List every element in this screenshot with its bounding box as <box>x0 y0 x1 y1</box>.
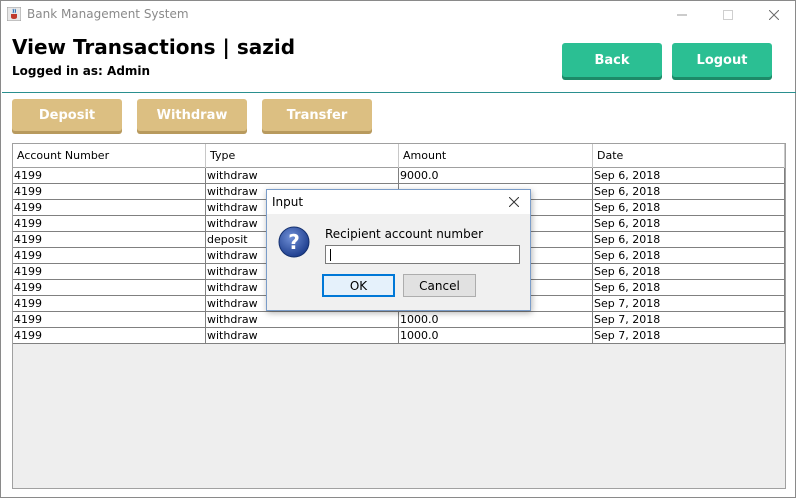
cell-account: 4199 <box>13 200 206 215</box>
window-title: Bank Management System <box>27 7 189 21</box>
cell-account: 4199 <box>13 184 206 199</box>
dialog-title: Input <box>272 195 304 209</box>
question-icon: ? <box>278 226 310 258</box>
column-header-amount[interactable]: Amount <box>399 144 593 168</box>
close-button[interactable] <box>751 1 796 29</box>
cell-type: withdraw <box>206 328 399 343</box>
column-header-type[interactable]: Type <box>206 144 399 168</box>
cell-date: Sep 6, 2018 <box>593 280 785 295</box>
maximize-button[interactable] <box>705 1 751 29</box>
page-title: View Transactions | sazid <box>12 35 296 59</box>
cell-account: 4199 <box>13 248 206 263</box>
table-row[interactable]: 4199 withdraw 1000.0 Sep 7, 2018 <box>13 312 785 328</box>
app-window: Bank Management System View Transactions… <box>0 0 796 498</box>
cell-account: 4199 <box>13 296 206 311</box>
table-header: Account Number Type Amount Date <box>13 144 785 168</box>
svg-text:?: ? <box>288 230 300 254</box>
cell-date: Sep 7, 2018 <box>593 328 785 343</box>
cell-account: 4199 <box>13 280 206 295</box>
dialog-prompt-label: Recipient account number <box>325 227 484 241</box>
minimize-button[interactable] <box>659 1 705 29</box>
cell-type: withdraw <box>206 312 399 327</box>
transfer-button[interactable]: Transfer <box>262 99 372 131</box>
cell-account: 4199 <box>13 232 206 247</box>
cell-date: Sep 6, 2018 <box>593 248 785 263</box>
header-divider <box>2 92 796 93</box>
column-header-account-number[interactable]: Account Number <box>13 144 206 168</box>
table-row[interactable]: 4199 withdraw 9000.0 Sep 6, 2018 <box>13 168 785 184</box>
close-icon <box>769 10 779 20</box>
recipient-account-input[interactable] <box>325 245 520 264</box>
cell-date: Sep 6, 2018 <box>593 232 785 247</box>
cell-amount: 9000.0 <box>399 168 593 183</box>
cell-date: Sep 6, 2018 <box>593 216 785 231</box>
cell-date: Sep 6, 2018 <box>593 200 785 215</box>
table-row[interactable]: 4199 withdraw 1000.0 Sep 7, 2018 <box>13 328 785 344</box>
close-icon <box>509 197 519 207</box>
cell-date: Sep 7, 2018 <box>593 312 785 327</box>
cell-date: Sep 6, 2018 <box>593 264 785 279</box>
cell-account: 4199 <box>13 328 206 343</box>
input-dialog: Input ? Recipient account number OK Canc… <box>266 189 531 311</box>
cell-amount: 1000.0 <box>399 312 593 327</box>
cell-type: withdraw <box>206 168 399 183</box>
ok-button[interactable]: OK <box>322 274 395 297</box>
back-button[interactable]: Back <box>562 43 662 77</box>
cell-date: Sep 6, 2018 <box>593 168 785 183</box>
cell-date: Sep 7, 2018 <box>593 296 785 311</box>
deposit-button[interactable]: Deposit <box>12 99 122 131</box>
title-bar: Bank Management System <box>1 1 795 29</box>
cell-account: 4199 <box>13 312 206 327</box>
column-header-date[interactable]: Date <box>593 144 785 168</box>
logged-in-label: Logged in as: Admin <box>12 64 151 78</box>
withdraw-button[interactable]: Withdraw <box>137 99 247 131</box>
minimize-icon <box>677 14 687 16</box>
cell-account: 4199 <box>13 264 206 279</box>
dialog-title-bar: Input <box>267 190 530 214</box>
cell-date: Sep 6, 2018 <box>593 184 785 199</box>
java-cup-icon <box>7 7 21 21</box>
cell-amount: 1000.0 <box>399 328 593 343</box>
cell-account: 4199 <box>13 168 206 183</box>
dialog-close-button[interactable] <box>504 192 524 212</box>
maximize-icon <box>723 10 733 20</box>
text-caret <box>330 249 331 261</box>
cell-account: 4199 <box>13 216 206 231</box>
logout-button[interactable]: Logout <box>672 43 772 77</box>
cancel-button[interactable]: Cancel <box>403 274 476 297</box>
